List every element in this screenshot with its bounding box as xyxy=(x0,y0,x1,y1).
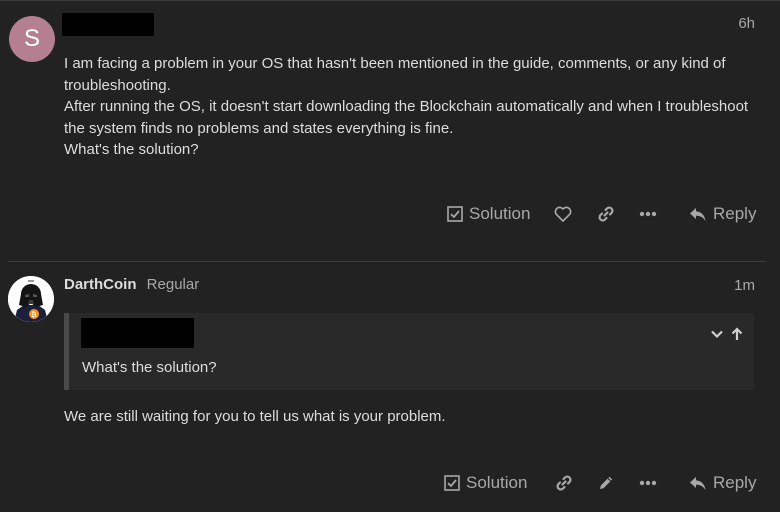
chevron-down-icon[interactable] xyxy=(710,327,724,346)
copy-link-button[interactable] xyxy=(555,467,573,499)
post-date[interactable]: 1m xyxy=(734,277,755,294)
post-paragraph: After running the OS, it doesn't start d… xyxy=(64,98,749,137)
post-paragraph: What's the solution? xyxy=(64,141,199,158)
post-actions: Solution Reply xyxy=(0,198,780,230)
avatar[interactable]: ₿ xyxy=(8,276,54,322)
post-author: DarthCoin Regular xyxy=(64,276,199,293)
reply-icon xyxy=(689,207,707,222)
solution-label: Solution xyxy=(469,204,531,223)
more-button[interactable] xyxy=(639,198,657,230)
arrow-up-icon[interactable] xyxy=(730,327,744,346)
link-icon xyxy=(597,205,615,223)
post-actions: Solution Reply xyxy=(0,467,780,499)
quote-block: What's the solution? xyxy=(64,313,754,390)
solution-button[interactable]: Solution xyxy=(447,198,530,230)
reply-icon xyxy=(689,476,707,491)
reply-label: Reply xyxy=(713,204,757,223)
darth-vader-avatar-icon: ₿ xyxy=(8,276,54,322)
post-date[interactable]: 6h xyxy=(738,15,755,32)
like-button[interactable] xyxy=(554,198,572,230)
post-body: I am facing a problem in your OS that ha… xyxy=(64,53,764,161)
copy-link-button[interactable] xyxy=(597,198,615,230)
quote-controls xyxy=(710,327,744,346)
more-button[interactable] xyxy=(639,467,657,499)
post-paragraph: I am facing a problem in your OS that ha… xyxy=(64,55,726,94)
edit-button[interactable] xyxy=(597,467,615,499)
post-body: We are still waiting for you to tell us … xyxy=(64,406,764,428)
username[interactable]: DarthCoin xyxy=(64,276,137,293)
post-1: S 6h I am facing a problem in your OS th… xyxy=(0,0,780,262)
reply-button[interactable]: Reply xyxy=(689,467,756,499)
reply-label: Reply xyxy=(713,473,757,492)
pencil-icon xyxy=(597,474,615,492)
solution-button[interactable]: Solution xyxy=(444,467,527,499)
link-icon xyxy=(555,474,573,492)
redacted-quote-username xyxy=(81,318,194,348)
reply-button[interactable]: Reply xyxy=(689,198,756,230)
post-paragraph: We are still waiting for you to tell us … xyxy=(64,408,446,425)
svg-text:₿: ₿ xyxy=(31,311,36,319)
checkbox-icon xyxy=(447,206,463,222)
redacted-username xyxy=(62,13,154,36)
quote-text: What's the solution? xyxy=(82,359,217,376)
post-2: ₿ DarthCoin Regular 1m What's the soluti… xyxy=(0,262,780,512)
ellipsis-icon xyxy=(639,211,657,217)
checkbox-icon xyxy=(444,475,460,491)
heart-icon xyxy=(554,206,572,222)
ellipsis-icon xyxy=(639,480,657,486)
solution-label: Solution xyxy=(466,473,528,492)
avatar[interactable]: S xyxy=(9,16,55,62)
user-title: Regular xyxy=(146,276,200,293)
